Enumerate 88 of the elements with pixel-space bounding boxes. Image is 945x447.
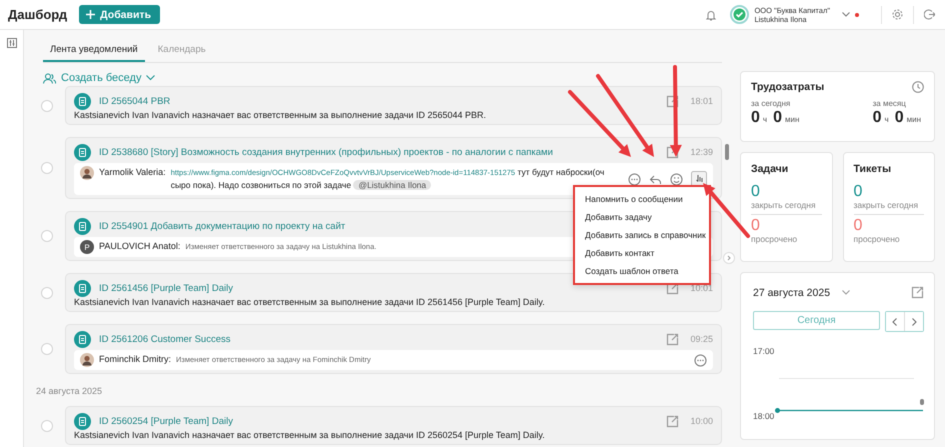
task-title-link[interactable]: ID 2561206 Customer Success	[99, 334, 230, 344]
clock-icon	[912, 81, 924, 93]
menu-item[interactable]: Добавить задачу	[575, 208, 709, 226]
time-label: 10:01	[689, 283, 713, 293]
chevron-down-icon	[146, 75, 156, 81]
time-label: 12:39	[689, 147, 713, 157]
chevron-left-icon	[892, 318, 898, 326]
reply-icon	[649, 172, 662, 186]
menu-item[interactable]: Напомнить о сообщении	[575, 190, 709, 208]
annotation-arrow	[568, 90, 631, 157]
overdue-count: 0	[854, 217, 862, 234]
hour-label: 17:00	[753, 346, 774, 356]
scrollbar-thumb[interactable]	[920, 399, 924, 405]
next-button[interactable]	[904, 312, 924, 331]
menu-item[interactable]: Добавить контакт	[575, 244, 709, 262]
mention-chip[interactable]: @Listukhina Ilona	[353, 180, 432, 190]
radio-button[interactable]	[41, 420, 53, 432]
settings-icon	[892, 9, 903, 20]
tab[interactable]: Календарь	[150, 41, 213, 62]
minutes-value: 0	[773, 109, 782, 127]
document-icon	[74, 144, 91, 160]
radio-button[interactable]	[41, 100, 53, 112]
card-title: Трудозатраты	[751, 81, 824, 93]
time-label: 10:00	[689, 416, 713, 426]
avatar: P	[80, 240, 94, 254]
task-title-link[interactable]: ID 2554901 Добавить документацию по проекту на сайт	[99, 220, 346, 232]
radio-button[interactable]	[41, 343, 53, 355]
author-name: Fominchik Dmitry:	[99, 353, 172, 366]
chevron-right-icon	[912, 318, 916, 326]
chevron-down-icon	[842, 290, 850, 295]
task-title-link[interactable]: ID 2538680 [Story] Возможность создания внутренних (профильных) проектов - по аналогии с папками	[99, 146, 553, 158]
today-button[interactable]: Сегодня	[753, 311, 880, 330]
period-label: за месяц	[872, 99, 906, 108]
date-picker[interactable]: 27 августа 2025	[753, 286, 830, 298]
menu-item[interactable]: Добавить запись в справочник	[575, 226, 709, 244]
author-name: Yarmolik Valeria:	[99, 166, 166, 179]
document-icon	[74, 280, 91, 296]
hours-value: 0	[872, 109, 882, 127]
document-icon	[74, 330, 91, 348]
time-label: 09:25	[689, 334, 713, 344]
open-count: 0	[854, 183, 862, 200]
minutes-value: 0	[894, 109, 904, 127]
open-external-icon	[911, 286, 924, 299]
count-label: закрыть сегодня	[854, 200, 918, 210]
unit-label: ч	[762, 115, 768, 124]
date-separator: 24 августа 2025	[36, 386, 104, 397]
plus-icon	[86, 10, 96, 19]
chevron-down-icon	[842, 12, 850, 17]
radio-button[interactable]	[41, 162, 53, 174]
time-label: 18:01	[689, 96, 713, 106]
unit-label: мин	[906, 115, 921, 124]
document-icon	[74, 92, 91, 110]
scrollbar-thumb[interactable]	[725, 144, 729, 160]
task-title-link[interactable]: ID 2565044 PBR	[99, 96, 170, 106]
task-title-link[interactable]: ID 2560254 [Purple Team] Daily	[99, 416, 233, 426]
count-label: просрочено	[751, 234, 798, 244]
bell-icon	[706, 8, 716, 20]
sliders-icon	[6, 38, 16, 48]
hours-value: 0	[751, 109, 760, 127]
period-label: за сегодня	[751, 99, 792, 108]
document-icon	[74, 218, 91, 234]
unit-label: мин	[784, 115, 800, 124]
open-count: 0	[751, 183, 760, 200]
page-title: Дашборд	[8, 7, 68, 22]
status-dot	[855, 12, 859, 16]
notification-text: Kastsianevich Ivan Ivanavich назначает вас ответственным за выполнение задачи ID 2560254 [Purple Team] Daily.	[74, 430, 546, 441]
author-name: PAULOVICH Anatol:	[99, 240, 180, 253]
menu-item[interactable]: Создать шаблон ответа	[575, 262, 709, 280]
emoji-icon	[670, 172, 683, 186]
card-title: Тикеты	[854, 163, 892, 175]
card-title: Задачи	[751, 163, 788, 175]
create-chat-button[interactable]: Создать беседу	[43, 72, 156, 84]
check-avatar-icon	[730, 5, 750, 24]
tab[interactable]: Лента уведомлений	[43, 41, 145, 62]
radio-button[interactable]	[41, 230, 53, 242]
people-icon	[43, 72, 56, 84]
add-button[interactable]: Добавить	[79, 5, 160, 24]
hour-label: 18:00	[753, 411, 774, 421]
radio-button[interactable]	[41, 286, 53, 298]
overdue-count: 0	[751, 217, 760, 234]
task-title-link[interactable]: ID 2561456 [Purple Team] Daily	[99, 282, 233, 294]
count-label: просрочено	[854, 234, 900, 244]
logout-icon	[924, 9, 935, 20]
unit-label: ч	[884, 115, 889, 124]
notification-text: Kastsianevich Ivan Ivanavich назначает вас ответственным за выполнение задачи ID 2565044 PBR.	[74, 110, 488, 121]
notification-text: Kastsianevich Ivan Ivanavich назначает вас ответственным за выполнение задачи ID 2561456 [Purple Team] Daily.	[74, 297, 546, 308]
count-label: закрыть сегодня	[751, 200, 816, 210]
document-icon	[74, 412, 91, 430]
